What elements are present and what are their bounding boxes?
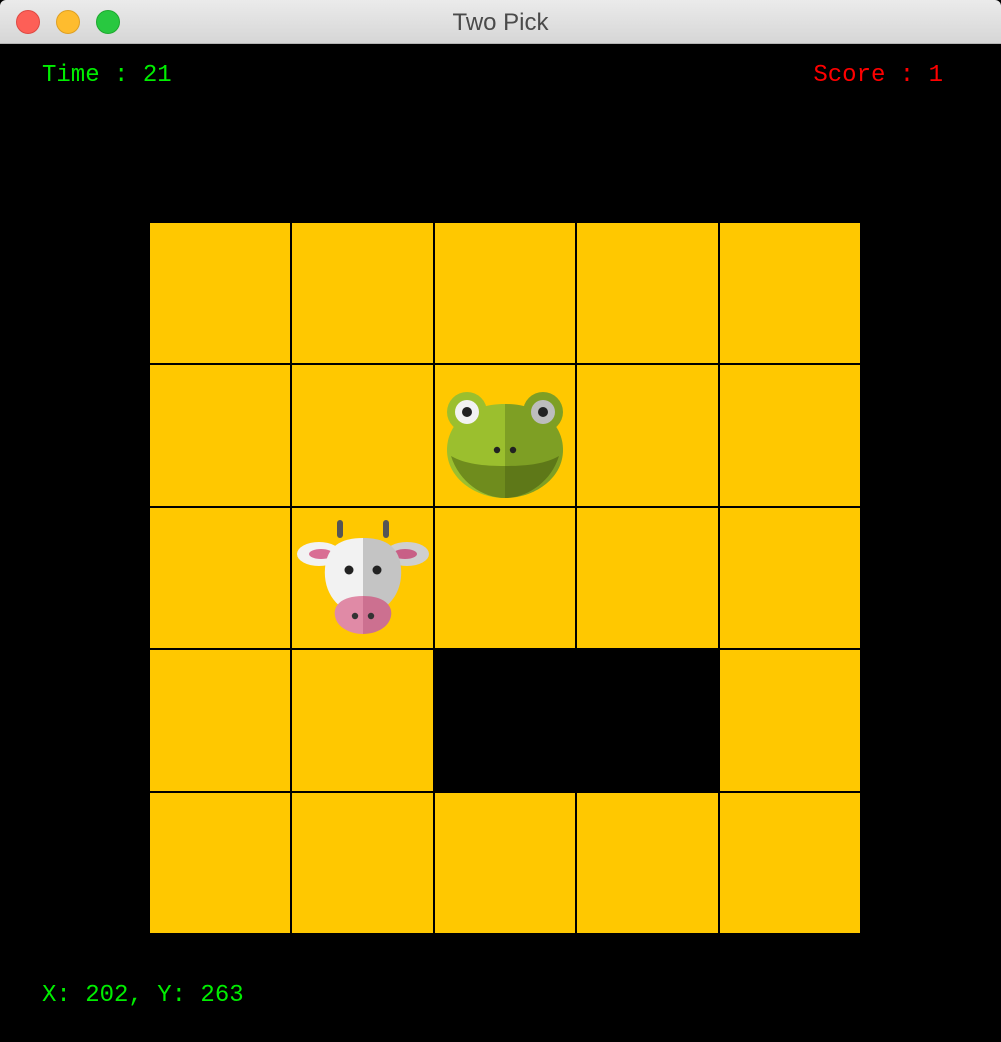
- game-board: [150, 223, 860, 933]
- tile-removed: [577, 650, 718, 791]
- tile[interactable]: [719, 365, 860, 506]
- tile-revealed[interactable]: [434, 365, 576, 506]
- score-value: 1: [928, 62, 943, 89]
- tile[interactable]: [434, 223, 576, 364]
- time-value: 21: [142, 62, 172, 89]
- tile[interactable]: [577, 365, 718, 506]
- tile[interactable]: [292, 650, 433, 791]
- tile[interactable]: [577, 223, 718, 364]
- score-label: Score :: [813, 62, 929, 89]
- tile[interactable]: [577, 507, 718, 649]
- tile[interactable]: [150, 650, 291, 791]
- tile[interactable]: [434, 792, 576, 933]
- time-display: Time : 21: [42, 62, 172, 90]
- tile[interactable]: [292, 365, 433, 506]
- tile[interactable]: [292, 223, 433, 364]
- tile[interactable]: [150, 507, 291, 649]
- time-label: Time :: [42, 62, 143, 89]
- window-title: Two Pick: [452, 9, 549, 36]
- tile[interactable]: [150, 223, 291, 364]
- title-bar[interactable]: Two Pick: [0, 0, 1001, 44]
- tile[interactable]: [292, 792, 433, 933]
- tile[interactable]: [577, 792, 718, 933]
- tile-removed: [434, 650, 576, 791]
- tile[interactable]: [150, 792, 291, 933]
- cursor-coordinates: X: 202, Y: 263: [42, 982, 244, 1009]
- tile[interactable]: [434, 507, 576, 649]
- cow-icon: [296, 519, 429, 634]
- tile[interactable]: [719, 507, 860, 649]
- tile[interactable]: [719, 792, 860, 933]
- tile[interactable]: [719, 223, 860, 364]
- tile[interactable]: [719, 650, 860, 791]
- frog-icon: [446, 391, 563, 498]
- score-display: Score : 1: [813, 62, 943, 90]
- game-window: Two Pick Time : 21 Score : 1 X: 202, Y: …: [0, 0, 1001, 1042]
- tile-revealed[interactable]: [292, 507, 433, 649]
- tile[interactable]: [150, 365, 291, 506]
